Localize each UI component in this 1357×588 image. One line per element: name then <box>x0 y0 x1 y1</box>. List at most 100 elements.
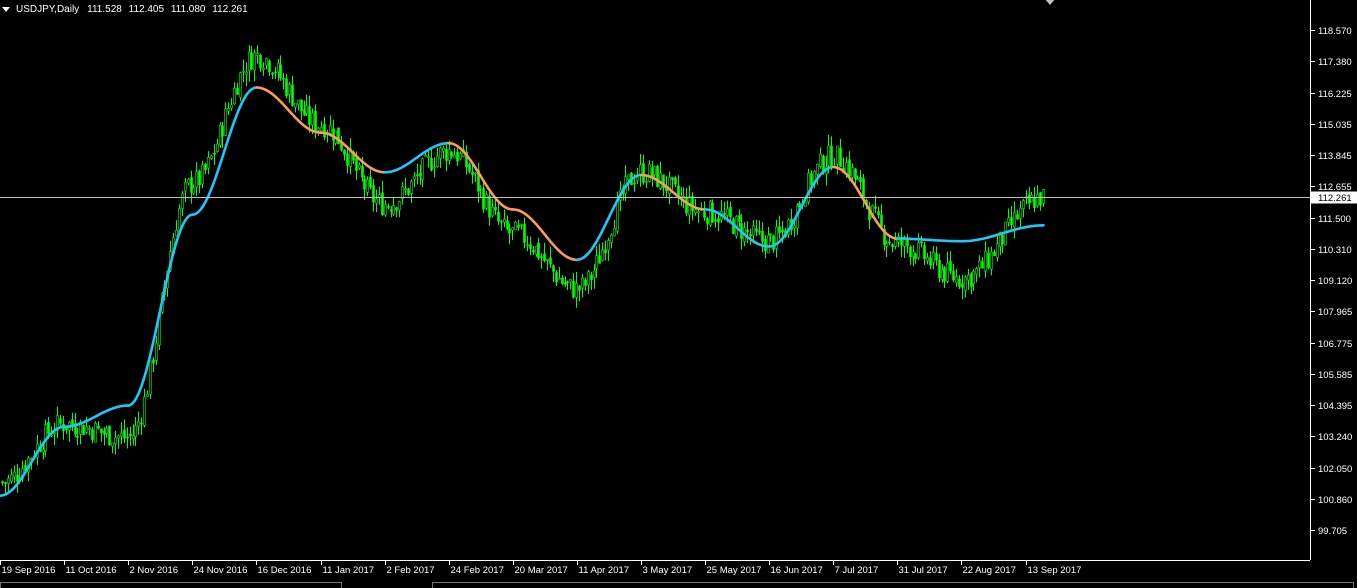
chart-tab[interactable] <box>432 582 1354 588</box>
candle-body <box>230 104 233 109</box>
candle-body <box>187 178 190 184</box>
candle-body <box>401 186 404 199</box>
candle-body <box>1022 200 1025 209</box>
candle-body <box>558 278 561 280</box>
candle-body <box>587 271 590 286</box>
candle-body <box>207 157 210 169</box>
candle-body <box>233 87 236 105</box>
candle-body <box>149 360 152 395</box>
candle-body <box>88 428 91 430</box>
candle-body <box>358 164 361 169</box>
candle-body <box>424 154 427 157</box>
date-tick-label: 13 Sep 2017 <box>1028 565 1082 576</box>
price-tick-label: 99.705 <box>1318 526 1347 537</box>
candle-body <box>274 71 277 74</box>
date-tick-label: 31 Jul 2017 <box>899 565 948 576</box>
candle-body <box>932 251 935 263</box>
candle-body <box>955 276 958 283</box>
candle-body <box>384 204 387 216</box>
candle-body <box>604 249 607 254</box>
candle-body <box>433 166 436 169</box>
candle-body <box>503 218 506 223</box>
chart-menu-icon[interactable] <box>2 6 10 12</box>
date-tick-label: 25 May 2017 <box>707 565 762 576</box>
candle-body <box>694 209 697 214</box>
candle-body <box>793 225 796 229</box>
candle-body <box>584 279 587 286</box>
candle-body <box>381 192 384 215</box>
candle-body <box>590 274 593 281</box>
candle-body <box>546 258 549 261</box>
candle-body <box>816 163 819 175</box>
candle-body <box>91 429 94 441</box>
candle-body <box>981 261 984 269</box>
candle-body <box>421 158 424 180</box>
candle-body <box>216 143 219 152</box>
candle-body <box>59 418 62 424</box>
candle-body <box>935 253 938 261</box>
candle-body <box>471 171 474 175</box>
price-tick-label: 115.035 <box>1318 120 1352 131</box>
candle-body <box>94 423 97 443</box>
candle-body <box>227 107 230 112</box>
candle-body <box>529 244 532 249</box>
candle-body <box>294 103 297 108</box>
date-tick-label: 2 Feb 2017 <box>387 565 435 576</box>
candle-body <box>76 435 79 438</box>
low-value: 111.080 <box>170 3 206 15</box>
candle-body <box>581 277 584 289</box>
candle-body <box>314 110 317 132</box>
candle-body <box>13 471 16 478</box>
candle-body <box>488 195 491 218</box>
candle-body <box>961 283 964 288</box>
candle-body <box>990 251 993 270</box>
candle-body <box>755 228 758 232</box>
candle-body <box>711 202 714 223</box>
candle-body <box>245 72 248 75</box>
high-value: 112.405 <box>128 3 165 15</box>
candle-body <box>561 277 564 284</box>
price-tick-label: 113.845 <box>1318 151 1352 162</box>
candle-body <box>361 166 364 178</box>
candle-body <box>343 149 346 155</box>
candle-body <box>778 226 781 233</box>
candle-body <box>851 167 854 178</box>
chart-header: USDJPY,Daily 111.528 112.405 111.080 112… <box>2 2 252 16</box>
price-tick-label: 105.585 <box>1318 370 1352 381</box>
price-chart[interactable]: 118.570 117.380 116.225 115.035 113.845 112.6… <box>0 0 1357 588</box>
candle-body <box>82 425 85 436</box>
candle-body <box>532 249 535 253</box>
date-tick-label: 11 Oct 2016 <box>66 565 117 576</box>
candle-body <box>65 427 68 431</box>
candle-body <box>566 281 569 283</box>
price-tick-label: 111.500 <box>1318 214 1351 225</box>
price-tick-label: 117.380 <box>1318 57 1352 68</box>
chart-shift-icon[interactable] <box>1044 0 1056 5</box>
chart-tab[interactable] <box>0 582 342 588</box>
candle-body <box>291 84 294 106</box>
date-tick-label: 11 Jan 2017 <box>323 565 375 576</box>
candle-body <box>964 276 967 291</box>
chart-canvas: 118.570 117.380 116.225 115.035 113.845 112.6… <box>0 0 1357 587</box>
candle-body <box>436 155 439 167</box>
candle-body <box>285 78 288 97</box>
candle-body <box>848 159 851 177</box>
candle-body <box>305 105 308 114</box>
candle-body <box>410 181 413 194</box>
candle-body <box>569 279 572 283</box>
candle-body <box>549 257 552 265</box>
candle-body <box>1 481 4 484</box>
candle-body <box>300 99 303 112</box>
candle-body <box>372 185 375 203</box>
candle-body <box>894 239 897 247</box>
candle-body <box>880 214 883 227</box>
candle-body <box>346 153 349 166</box>
candle-body <box>53 432 56 435</box>
candle-body <box>47 422 50 435</box>
price-tick-label: 102.050 <box>1318 464 1352 475</box>
candle-body <box>395 207 398 211</box>
candle-body <box>201 164 204 185</box>
candle-body <box>248 51 251 71</box>
candle-body <box>282 77 285 80</box>
candle-body <box>706 218 709 224</box>
